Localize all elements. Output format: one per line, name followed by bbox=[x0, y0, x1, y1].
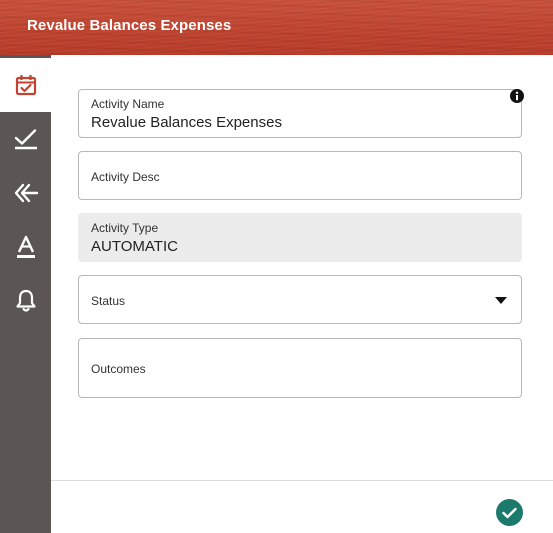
sidebar-item-format[interactable] bbox=[0, 220, 51, 274]
activity-desc-field[interactable]: Activity Desc bbox=[78, 151, 522, 200]
info-icon[interactable] bbox=[510, 89, 524, 103]
checklist-icon bbox=[14, 129, 37, 150]
outcomes-field[interactable]: Outcomes bbox=[78, 338, 522, 398]
activity-type-value: AUTOMATIC bbox=[91, 238, 178, 255]
activity-name-label: Activity Name bbox=[91, 97, 165, 111]
status-select[interactable]: Status bbox=[78, 275, 522, 324]
chevron-down-icon[interactable] bbox=[495, 297, 507, 304]
sidebar-item-tasks[interactable] bbox=[0, 112, 51, 166]
activity-name-field[interactable]: Activity Name Revalue Balances Expenses bbox=[78, 89, 522, 138]
bell-icon bbox=[15, 289, 36, 312]
activity-desc-label: Activity Desc bbox=[91, 170, 160, 184]
page-title: Revalue Balances Expenses bbox=[27, 17, 232, 34]
sidebar bbox=[0, 55, 51, 533]
text-format-icon bbox=[16, 235, 35, 258]
sidebar-item-history[interactable] bbox=[0, 166, 51, 220]
activity-name-value: Revalue Balances Expenses bbox=[91, 114, 282, 131]
activity-type-field: Activity Type AUTOMATIC bbox=[78, 213, 522, 262]
outcomes-label: Outcomes bbox=[91, 362, 146, 376]
check-icon bbox=[502, 507, 517, 518]
status-label: Status bbox=[91, 294, 126, 308]
confirm-button[interactable] bbox=[496, 499, 523, 526]
activity-form: Activity Name Revalue Balances Expenses … bbox=[51, 55, 553, 533]
sidebar-item-notifications[interactable] bbox=[0, 274, 51, 328]
double-chevron-left-icon bbox=[14, 183, 38, 203]
app-header: Revalue Balances Expenses bbox=[0, 0, 553, 55]
sidebar-item-activity[interactable] bbox=[0, 58, 51, 112]
activity-type-label: Activity Type bbox=[91, 221, 159, 235]
footer-divider bbox=[51, 480, 553, 481]
calendar-check-icon bbox=[15, 75, 36, 96]
